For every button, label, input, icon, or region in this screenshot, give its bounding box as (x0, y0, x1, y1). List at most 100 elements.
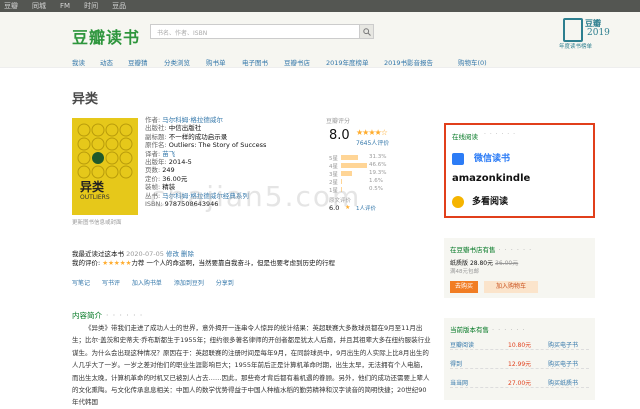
write-note-button[interactable]: 写笔记 (72, 280, 90, 287)
info-value: 2014-5 (168, 158, 192, 167)
nav-item[interactable]: 豆瓣书店 (284, 57, 310, 67)
rating-bar-percent: 1.6% (369, 178, 383, 184)
version-row: 得到 12.99元 购买电子书 (450, 357, 589, 369)
version-buy-link[interactable]: 购买电子书 (548, 340, 578, 349)
intro-title: 内容简介 (72, 311, 102, 320)
version-price: 27.00元 (508, 380, 532, 387)
version-row: 豆瓣阅读 10.80元 购买电子书 (450, 338, 589, 350)
weread-label: 微信读书 (474, 154, 511, 164)
kindle-link[interactable]: amazonkindle (452, 173, 530, 184)
search-button[interactable] (359, 24, 374, 39)
top-bar: 豆瓣 同城 FM 时间 豆品 (0, 0, 640, 12)
my-rating-stars: ★★★★★ (102, 259, 132, 267)
info-value[interactable]: 苗飞 (162, 150, 175, 158)
nav-item-cart[interactable]: 购物车(0) (458, 57, 487, 67)
rating-bar-percent: 46.6% (369, 162, 387, 168)
book-info-row: 原作名: Outliers: The Story of Success (145, 141, 266, 149)
search-input[interactable]: 书名、作者、ISBN (150, 24, 360, 39)
cover-title: 异类 (80, 180, 105, 194)
watermark: chajian5.com (150, 180, 362, 213)
version-row: 当当网 27.00元 购买纸质书 (450, 376, 589, 388)
top-link-tongcheng[interactable]: 同城 (32, 1, 46, 11)
annual-list-badge[interactable]: 豆瓣 2019 年度读书榜单 (559, 14, 613, 52)
versions-box: 当前版本有售 · · · · · · 豆瓣阅读 10.80元 购买电子书 得到 12.99… (444, 318, 595, 400)
rating-score: 8.0 (329, 128, 350, 143)
online-reading-box: 在线阅读 · · · · · · 微信读书 amazonkindle 多看阅读 (444, 123, 595, 218)
read-status: 我最近读过这本书 (72, 250, 124, 258)
nav-item[interactable]: 分类浏览 (164, 57, 190, 67)
shipping-note: 满48元包邮 (450, 269, 479, 275)
edition-type: 纸质版 (450, 260, 469, 267)
my-reading-status: 我最近读过这本书 2020-07-05 修改 删除 我的评价: ★★★★★力荐 … (72, 250, 335, 268)
rating-panel: 豆瓣评分 8.0 ★★★★☆ 7645人评价 5星 31.3% 4星 46.6% 3星 1… (326, 116, 421, 212)
info-key: 出版年: (145, 158, 167, 167)
top-link-doupin[interactable]: 豆品 (112, 1, 126, 11)
top-link-fm[interactable]: FM (60, 2, 70, 10)
intro-text: 《异类》带我们走进了成功人士的世界，意外揭开一连串令人惊异的统计结果：英超联赛大… (72, 324, 431, 407)
duokan-label: 多看阅读 (472, 197, 509, 207)
info-key: 作者: (145, 116, 161, 124)
info-value: 中信出版社 (168, 124, 202, 133)
top-link-douban[interactable]: 豆瓣 (4, 1, 18, 11)
my-rating-label: 我的评价: (72, 259, 101, 267)
add-to-buylist-button[interactable]: 加入购书单 (132, 280, 162, 287)
nav-item[interactable]: 购书单 (206, 57, 226, 67)
add-to-cart-button[interactable]: 加入购物车 (484, 281, 538, 293)
book-info-row: 出版社: 中信出版社 (145, 124, 266, 132)
rating-bar-label: 3星 (329, 172, 338, 178)
edit-link[interactable]: 修改 (166, 250, 179, 258)
info-value: 不一样的成功启示录 (168, 132, 228, 141)
nav-item[interactable]: 电子图书 (242, 57, 268, 67)
rating-bar-percent: 19.3% (369, 170, 387, 176)
nav-item[interactable]: 动态 (100, 57, 113, 67)
rating-bar-percent: 31.3% (369, 154, 387, 160)
rating-count-link[interactable]: 7645人评价 (356, 138, 389, 147)
nav-item[interactable]: 我读 (72, 57, 85, 67)
main-nav: 我读 动态 豆瓣猜 分类浏览 购书单 电子图书 豆瓣书店 2019年度榜单 20… (0, 54, 640, 68)
share-button[interactable]: 分享到 (216, 280, 234, 287)
info-key: 页数: (145, 166, 161, 175)
badge-logo-icon (563, 18, 583, 42)
duokan-icon (452, 195, 464, 208)
version-store[interactable]: 得到 (450, 359, 462, 368)
book-actions: 写笔记 写书评 加入购书单 添加到豆列 分享到 (72, 278, 244, 287)
store-header: 在豆瓣书店有售 · · · · · · (450, 246, 533, 254)
rating-stars: ★★★★☆ (356, 128, 388, 137)
duokan-link[interactable]: 多看阅读 (452, 194, 508, 208)
rating-bar (341, 171, 352, 176)
weread-link[interactable]: 微信读书 (452, 151, 510, 165)
weread-icon (452, 152, 464, 165)
version-store[interactable]: 豆瓣阅读 (450, 340, 474, 349)
rating-bar-percent: 0.5% (369, 186, 383, 192)
version-price: 12.99元 (508, 361, 532, 368)
divider-dots: · · · · · · (484, 131, 516, 138)
rating-bar (341, 163, 367, 168)
info-value: 249 (162, 166, 175, 175)
buy-button[interactable]: 去购买 (450, 281, 478, 293)
add-to-doulist-button[interactable]: 添加到豆列 (174, 280, 204, 287)
read-date: 2020-07-05 (126, 250, 164, 258)
divider-dots: · · · · · · (492, 326, 526, 334)
divider-dots: · · · · · · (498, 246, 533, 254)
cover-subtitle: OUTLIERS (80, 194, 110, 201)
info-key: 译者: (145, 149, 161, 158)
nav-item[interactable]: 2019书影音报告 (384, 57, 433, 67)
site-logo[interactable]: 豆瓣读书 (72, 24, 140, 48)
version-buy-link[interactable]: 购买纸质书 (548, 378, 578, 387)
info-value[interactable]: 马尔科姆·格拉德威尔 (162, 116, 223, 124)
intro-header: 内容简介 · · · · · · (72, 310, 143, 321)
version-store[interactable]: 当当网 (450, 378, 468, 387)
book-info-row: 页数: 249 (145, 166, 266, 174)
nav-item[interactable]: 豆瓣猜 (128, 57, 148, 67)
book-info-row: 译者: 苗飞 (145, 150, 266, 158)
book-cover[interactable]: 异类 OUTLIERS (72, 118, 138, 215)
nav-item[interactable]: 2019年度榜单 (326, 57, 369, 67)
delete-link[interactable]: 删除 (181, 250, 194, 258)
rating-bar-row: 4星 46.6% (329, 162, 409, 170)
original-price: 36.00元 (495, 260, 519, 267)
update-cover-link[interactable]: 更新图书信息或封面 (72, 218, 122, 226)
search-icon (363, 28, 371, 36)
version-buy-link[interactable]: 购买电子书 (548, 359, 578, 368)
top-link-time[interactable]: 时间 (84, 1, 98, 11)
write-review-button[interactable]: 写书评 (102, 280, 120, 287)
